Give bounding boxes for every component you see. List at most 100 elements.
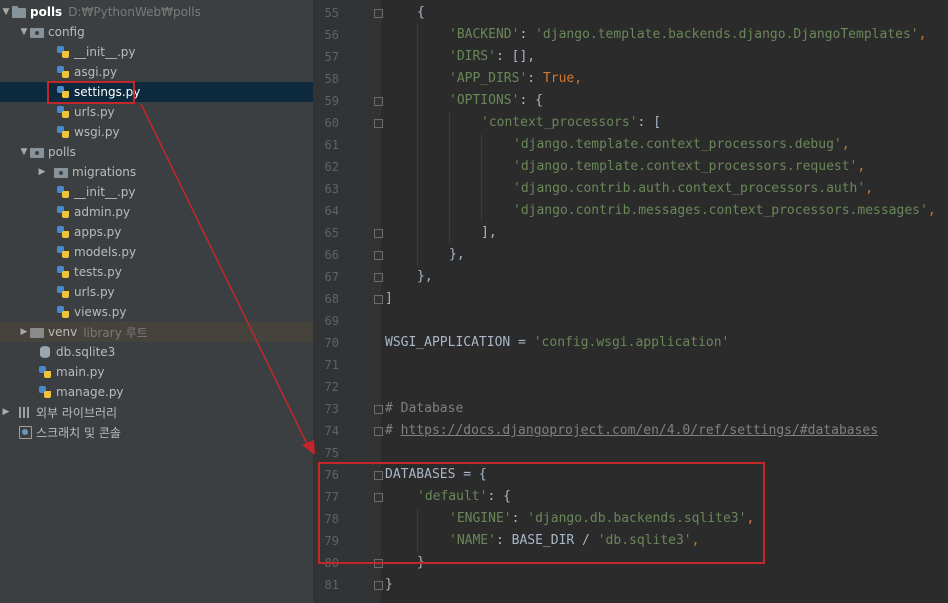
fold-marker-icon[interactable] [374, 405, 383, 414]
chevron-right-icon[interactable]: ▶ [36, 167, 48, 177]
line-number: 81 [324, 578, 339, 592]
line-number: 67 [324, 270, 339, 284]
code-token: 'django.template.context_processors.debu… [513, 137, 842, 152]
code-line-59: 'OPTIONS': { [385, 90, 543, 112]
code-line-81: } [385, 574, 393, 596]
tree-root-polls[interactable]: ▼ polls D:₩PythonWeb₩polls [0, 2, 313, 22]
fold-marker-icon[interactable] [374, 119, 383, 128]
code-line-67: }, [385, 266, 433, 288]
folder-label: polls [48, 145, 76, 159]
line-number: 56 [324, 28, 339, 42]
tree-file[interactable]: db.sqlite3 [0, 342, 351, 362]
folder-label: config [48, 25, 85, 39]
code-token: }, [417, 269, 433, 284]
line-number: 68 [324, 292, 339, 306]
fold-marker-icon[interactable] [374, 273, 383, 282]
fold-marker-icon[interactable] [374, 295, 383, 304]
python-file-icon [56, 245, 70, 259]
file-label: views.py [74, 305, 127, 319]
python-file-icon [38, 365, 52, 379]
tree-folder-config[interactable]: ▼ config [0, 22, 331, 42]
line-number: 65 [324, 226, 339, 240]
scratch-console-icon [18, 425, 32, 439]
line-number: 63 [324, 182, 339, 196]
code-token: 'DIRS' [449, 49, 496, 64]
database-file-icon [38, 345, 52, 359]
python-file-icon [56, 45, 70, 59]
code-comment: # Database [385, 401, 464, 416]
file-label: urls.py [74, 285, 115, 299]
code-token: 'APP_DIRS' [449, 71, 528, 86]
code-line-73: # Database [385, 398, 463, 420]
file-label: wsgi.py [74, 125, 120, 139]
fold-marker-icon[interactable] [374, 251, 383, 260]
tree-folder-polls[interactable]: ▼ polls [0, 142, 331, 162]
code-token: : [], [495, 49, 536, 64]
code-line-57: 'DIRS': [], [385, 46, 535, 68]
chevron-right-icon[interactable]: ▶ [18, 327, 30, 337]
folder-icon [12, 5, 26, 19]
annotation-box-databases [318, 462, 765, 564]
code-token: 'OPTIONS' [449, 93, 520, 108]
docs-link[interactable]: https://docs.djangoproject.com/en/4.0/re… [401, 423, 878, 438]
line-number: 60 [324, 116, 339, 130]
line-number: 69 [324, 314, 339, 328]
fold-marker-icon[interactable] [374, 581, 383, 590]
code-line-63: 'django.contrib.auth.context_processors.… [385, 178, 873, 200]
library-root-hint: library 루트 [83, 325, 148, 340]
file-label: manage.py [56, 385, 124, 399]
file-label: urls.py [74, 105, 115, 119]
fold-marker-icon[interactable] [374, 97, 383, 106]
code-token: { [417, 5, 425, 20]
file-label: admin.py [74, 205, 131, 219]
line-number: 70 [324, 336, 339, 350]
code-token: 'django.contrib.auth.context_processors.… [513, 181, 866, 196]
code-token: 'django.template.context_processors.requ… [513, 159, 858, 174]
code-line-70: WSGI_APPLICATION = 'config.wsgi.applicat… [385, 332, 729, 354]
chevron-down-icon[interactable]: ▼ [18, 27, 30, 37]
python-file-icon [38, 385, 52, 399]
tree-scratches[interactable]: 스크래치 및 콘솔 [0, 422, 331, 442]
python-file-icon [56, 205, 70, 219]
package-folder-icon [30, 145, 44, 159]
line-number: 62 [324, 160, 339, 174]
code-token: ], [481, 225, 497, 240]
scratches-label: 스크래치 및 콘솔 [36, 425, 121, 440]
code-line-56: 'BACKEND': 'django.template.backends.dja… [385, 24, 926, 46]
code-token: WSGI_APPLICATION = [385, 335, 534, 350]
tree-external-libraries[interactable]: ▶ 외부 라이브러리 [0, 402, 313, 422]
code-line-66: }, [385, 244, 465, 266]
package-folder-icon [30, 25, 44, 39]
chevron-down-icon[interactable]: ▼ [0, 7, 12, 17]
code-token: 'BACKEND' [449, 27, 520, 42]
fold-marker-icon[interactable] [374, 9, 383, 18]
ide-window: ▼ polls D:₩PythonWeb₩polls ▼ config __in… [0, 0, 948, 603]
chevron-down-icon[interactable]: ▼ [18, 147, 30, 157]
code-token: : { [519, 93, 543, 108]
tree-folder-migrations[interactable]: ▶ migrations [0, 162, 349, 182]
fold-marker-icon[interactable] [374, 427, 383, 436]
chevron-right-icon[interactable]: ▶ [0, 407, 12, 417]
code-line-64: 'django.contrib.messages.context_process… [385, 200, 936, 222]
line-number: 74 [324, 424, 339, 438]
code-line-55: { [385, 2, 425, 24]
code-line-60: 'context_processors': [ [385, 112, 661, 134]
file-label: __init__.py [74, 185, 136, 199]
tree-file[interactable]: manage.py [0, 382, 351, 402]
fold-marker-icon[interactable] [374, 229, 383, 238]
library-icon [18, 405, 32, 419]
file-label: models.py [74, 245, 137, 259]
code-token: 'context_processors' [481, 115, 638, 130]
python-file-icon [56, 305, 70, 319]
tree-file[interactable]: main.py [0, 362, 351, 382]
code-token: 'django.template.backends.django.DjangoT… [535, 27, 919, 42]
file-label: __init__.py [74, 45, 136, 59]
python-file-icon [56, 105, 70, 119]
file-label: main.py [56, 365, 105, 379]
line-number: 66 [324, 248, 339, 262]
code-token: }, [449, 247, 465, 262]
line-number: 61 [324, 138, 339, 152]
tree-folder-venv[interactable]: ▶ venv library 루트 [0, 322, 331, 342]
python-file-icon [56, 285, 70, 299]
line-number: 73 [324, 402, 339, 416]
